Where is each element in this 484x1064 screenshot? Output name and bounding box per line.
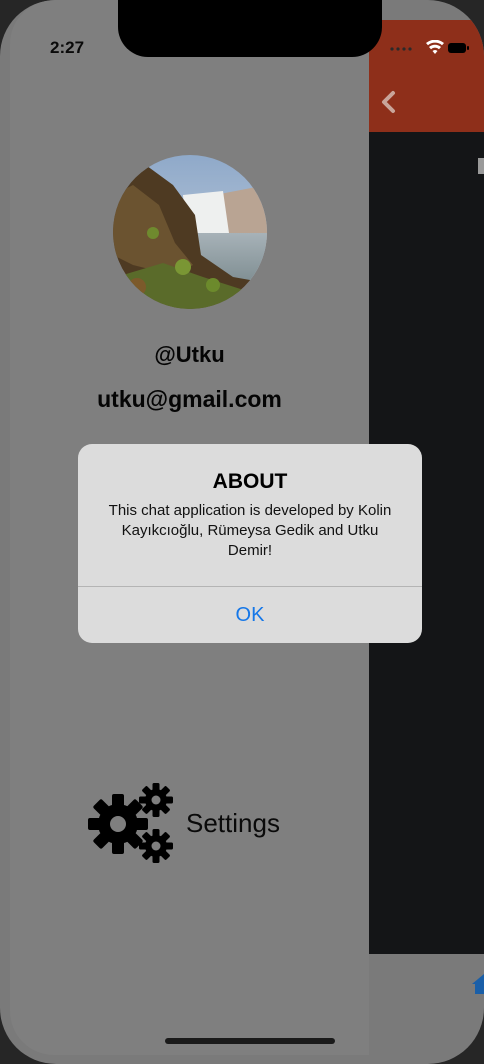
status-time: 2:27: [50, 38, 85, 57]
alert-title: ABOUT: [212, 470, 288, 493]
wifi-icon: [426, 40, 444, 54]
home-indicator[interactable]: [165, 1038, 335, 1044]
avatar-image: [113, 155, 267, 309]
home-icon[interactable]: [470, 972, 484, 996]
back-chevron-icon[interactable]: [378, 88, 400, 116]
profile-avatar[interactable]: [113, 155, 267, 309]
alert-ok-button[interactable]: OK: [78, 587, 422, 643]
menu-item-settings[interactable]: Settings: [88, 780, 328, 866]
alert-message: This chat application is developed by Ko…: [108, 502, 392, 559]
device-frame: 2:27 @Utku utku@gmail.com Settings ABOUT…: [0, 0, 484, 1064]
send-icon: [478, 158, 484, 174]
cellular-signal-icon: [390, 47, 412, 51]
battery-icon: [448, 43, 469, 53]
status-icons: [390, 40, 469, 54]
device-notch: [118, 0, 382, 57]
gears-icon: [88, 783, 173, 863]
about-alert-dialog: ABOUT This chat application is developed…: [78, 444, 422, 643]
profile-email: utku@gmail.com: [97, 386, 282, 412]
settings-label: Settings: [186, 807, 280, 838]
profile-username: @Utku: [154, 342, 225, 367]
